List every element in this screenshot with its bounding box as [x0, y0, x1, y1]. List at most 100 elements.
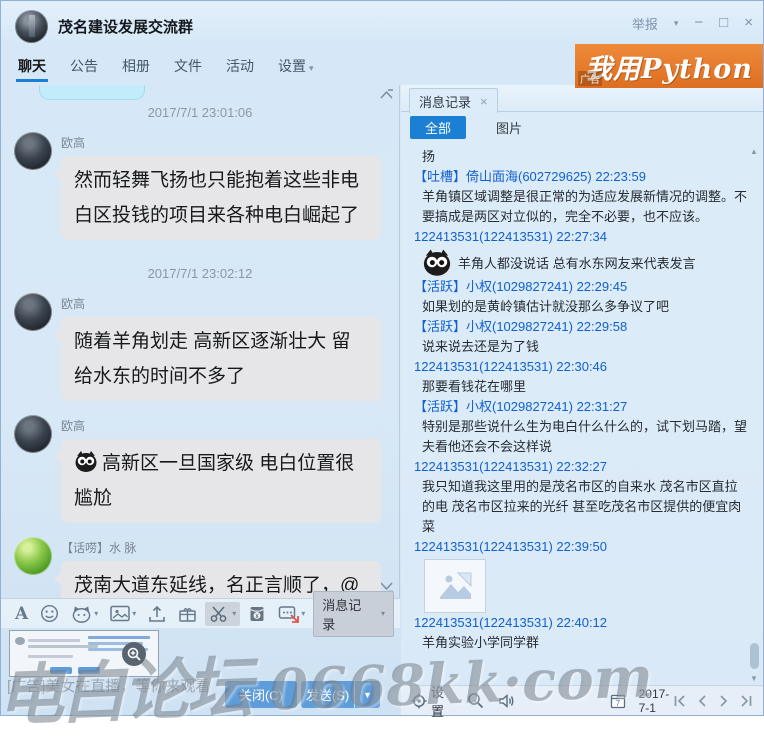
history-scrollbar[interactable]: ▲ ▼	[749, 147, 760, 683]
tab-announcement[interactable]: 公告	[58, 50, 110, 84]
first-page-icon[interactable]	[673, 694, 688, 708]
settings-dropdown-icon: ▾	[309, 63, 314, 73]
ad-banner[interactable]: 我用Python 广告	[575, 44, 763, 88]
input-toolbar: A ▾ ▾ ▾ ¥ ▾ 消息记录 ▾	[1, 598, 400, 628]
history-msg-header: 122413531(122413531) 22:40:12	[414, 613, 747, 633]
history-msg-body: 羊角实验小学同学群	[414, 633, 747, 653]
ad-tag: 广告	[578, 71, 602, 86]
screenshot-scissors-icon[interactable]: ▾	[205, 602, 240, 626]
avatar[interactable]	[14, 415, 52, 453]
send-button[interactable]: 发送(S)	[301, 681, 354, 708]
calendar-icon[interactable]: 7	[610, 693, 626, 709]
sender-name: 【话唠】水 脉	[61, 539, 381, 556]
history-msg-body: 羊角人都没说话 总有水东网友来代表发言	[414, 247, 747, 277]
history-date[interactable]: 2017-7-1	[639, 687, 673, 715]
history-msg-body: 如果划的是黄岭镇估计就没那么多争议了吧	[414, 297, 747, 317]
chat-message-list: 2017/7/1 23:01:06 欧高 然而轻舞飞扬也只能抱着这些非电白区投钱…	[1, 85, 400, 598]
avatar[interactable]	[14, 537, 52, 575]
dropdown-caret-icon: ▾	[132, 609, 136, 618]
dropdown-caret-icon: ▾	[232, 609, 236, 618]
owl-emoji-icon	[422, 247, 452, 277]
history-overflow-text: 扬	[414, 147, 747, 167]
ad-banner-text: 我用Python	[585, 47, 753, 86]
svg-text:¥: ¥	[255, 613, 259, 620]
tab-chat[interactable]: 聊天	[6, 50, 58, 84]
history-msg-header: 122413531(122413531) 22:27:34	[414, 227, 747, 247]
tab-activity[interactable]: 活动	[214, 50, 266, 84]
send-image-icon[interactable]: ▾	[106, 602, 140, 626]
tab-album[interactable]: 相册	[110, 50, 162, 84]
scrollbar-thumb[interactable]	[750, 643, 759, 669]
next-page-icon[interactable]	[717, 694, 730, 708]
tab-settings[interactable]: 设置▾	[266, 50, 326, 84]
gift-icon[interactable]	[174, 602, 201, 626]
tab-files[interactable]: 文件	[162, 50, 214, 84]
history-msg-body: 我只知道我这里用的是茂名市区的自来水 茂名市区直拉的电 茂名市区拉来的光纤 甚至…	[414, 477, 747, 537]
send-file-icon[interactable]	[144, 602, 170, 626]
history-msg-header: 122413531(122413531) 22:30:46	[414, 357, 747, 377]
title-bar: 茂名建设发展交流群 举报 ▾ − □ ×	[1, 1, 763, 49]
message-alert-icon[interactable]: ▾	[274, 602, 309, 626]
history-msg-body: 特别是那些说什么生为电白什么什么的，试下划马踏，望夫看他还会不会这样说	[414, 417, 747, 457]
sender-name: 欧高	[61, 417, 381, 434]
custom-emote-icon[interactable]: ▾	[67, 602, 102, 626]
timestamp: 2017/7/1 23:02:12	[1, 266, 399, 281]
history-msg-header: 122413531(122413531) 22:32:27	[414, 457, 747, 477]
history-tab-close-icon[interactable]: ×	[480, 94, 488, 109]
speaker-icon[interactable]	[498, 693, 517, 709]
emoji-icon[interactable]	[36, 602, 63, 626]
timestamp: 2017/7/1 23:01:06	[1, 105, 399, 120]
message-history-panel: 消息记录 × 全部 图片 扬 【吐槽】倚山面海(602729625) 22:23…	[401, 85, 763, 715]
filter-images-button[interactable]: 图片	[496, 118, 522, 137]
history-tab[interactable]: 消息记录 ×	[409, 88, 498, 113]
footer-settings-label[interactable]: 设置	[431, 682, 450, 720]
search-icon[interactable]	[467, 692, 484, 709]
close-button[interactable]: ×	[744, 13, 753, 33]
dropdown-caret-icon: ▾	[94, 609, 98, 618]
history-msg-header: 【吐槽】倚山面海(602729625) 22:23:59	[414, 167, 747, 187]
filter-all-button[interactable]: 全部	[410, 116, 466, 139]
broken-image-placeholder[interactable]	[424, 559, 486, 613]
history-msg-body: 说来说去还是为了钱	[414, 337, 747, 357]
chat-message: 欧高 高新区一旦国家级 电白位置很尴尬	[1, 407, 399, 529]
history-tab-strip: 消息记录 ×	[401, 85, 763, 112]
sender-name: 欧高	[61, 134, 381, 151]
maximize-button[interactable]: □	[719, 13, 728, 33]
minimize-button[interactable]: −	[694, 13, 703, 33]
font-style-icon[interactable]: A	[11, 602, 32, 626]
avatar[interactable]	[14, 132, 52, 170]
report-dropdown-icon[interactable]: ▾	[674, 18, 679, 29]
history-msg-body	[414, 559, 747, 613]
pasted-screenshot-thumbnail[interactable]	[9, 630, 159, 677]
dropdown-caret-icon: ▾	[381, 609, 385, 618]
history-message-list: 扬 【吐槽】倚山面海(602729625) 22:23:59 羊角镇区域调整是很…	[414, 147, 747, 685]
prev-page-icon[interactable]	[696, 694, 709, 708]
history-msg-body: 羊角镇区域调整是很正常的为适应发展新情况的调整。不要搞成是两区对立似的，完全不必…	[414, 187, 747, 227]
zoom-in-icon[interactable]	[122, 642, 146, 666]
red-packet-icon[interactable]: ¥	[244, 602, 270, 626]
history-footer-toolbar: 设置 7 2017-7-1	[401, 685, 763, 715]
report-link[interactable]: 举报	[632, 14, 658, 33]
scrollbar-up-icon[interactable]: ▲	[750, 147, 758, 156]
message-input-area[interactable]: [广告]美女在直播，等你来观看 关闭(C) 发送(S) ▼	[1, 628, 400, 717]
avatar[interactable]	[14, 293, 52, 331]
close-chat-button[interactable]: 关闭(C)	[225, 681, 297, 708]
message-bubble: 随着羊角划走 高新区逐渐壮大 留给水东的时间不多了	[61, 317, 381, 401]
history-msg-header: 【活跃】小权(1029827241) 22:31:27	[414, 397, 747, 417]
history-msg-header: 【活跃】小权(1029827241) 22:29:58	[414, 317, 747, 337]
svg-text:7: 7	[615, 699, 620, 708]
message-bubble: 然而轻舞飞扬也只能抱着这些非电白区投钱的项目来各种电白崛起了	[61, 156, 381, 240]
sender-name: 欧高	[61, 295, 381, 312]
chat-message: 欧高 然而轻舞飞扬也只能抱着这些非电白区投钱的项目来各种电白崛起了	[1, 124, 399, 246]
send-options-caret[interactable]: ▼	[355, 681, 380, 708]
settings-gear-icon[interactable]	[411, 693, 427, 709]
owl-emoji-icon	[74, 449, 98, 473]
input-ad-text[interactable]: [广告]美女在直播，等你来观看	[7, 675, 210, 696]
group-avatar[interactable]	[15, 10, 48, 43]
history-msg-header: 【活跃】小权(1029827241) 22:29:45	[414, 277, 747, 297]
scroll-up-icon[interactable]	[379, 88, 394, 101]
scrollbar-down-icon[interactable]: ▼	[750, 674, 758, 683]
main-tab-bar: 聊天 公告 相册 文件 活动 设置▾	[1, 49, 577, 85]
chat-message: 欧高 随着羊角划走 高新区逐渐壮大 留给水东的时间不多了	[1, 285, 399, 407]
last-page-icon[interactable]	[738, 694, 753, 708]
